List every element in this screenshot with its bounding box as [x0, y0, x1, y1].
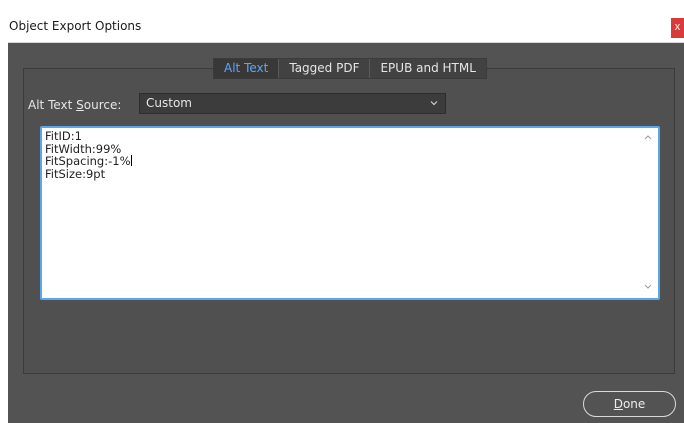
alt-text-content: FitID:1 FitWidth:99% FitSpacing:-1% FitS… [45, 130, 132, 180]
scroll-up-arrow-icon[interactable] [644, 134, 652, 140]
alt-text-source-select[interactable]: Custom [139, 93, 446, 114]
text-caret [130, 155, 132, 166]
alt-text-input[interactable]: FitID:1 FitWidth:99% FitSpacing:-1% FitS… [40, 126, 660, 300]
alt-text-line: FitSize:9pt [45, 166, 106, 181]
done-button[interactable]: Done [583, 391, 676, 417]
alt-text-line: FitSpacing:-1% [45, 154, 132, 168]
close-button[interactable]: x [671, 18, 684, 38]
chevron-down-icon [430, 101, 438, 106]
alt-text-source-label: Alt Text Source: [28, 98, 122, 112]
scroll-down-arrow-icon[interactable] [644, 284, 652, 290]
dialog-window: Object Export Options x Alt Text Tagged … [8, 10, 684, 423]
dialog-title: Object Export Options [9, 19, 142, 33]
alt-text-source-value: Custom [146, 96, 192, 110]
title-bar[interactable]: Object Export Options x [8, 10, 684, 43]
tab-strip: Alt Text Tagged PDF EPUB and HTML [213, 58, 487, 79]
tab-tagged-pdf[interactable]: Tagged PDF [279, 59, 371, 78]
tab-epub-html[interactable]: EPUB and HTML [370, 59, 485, 78]
alt-text-line: FitID:1 [45, 129, 82, 143]
tab-alt-text[interactable]: Alt Text [214, 59, 280, 78]
